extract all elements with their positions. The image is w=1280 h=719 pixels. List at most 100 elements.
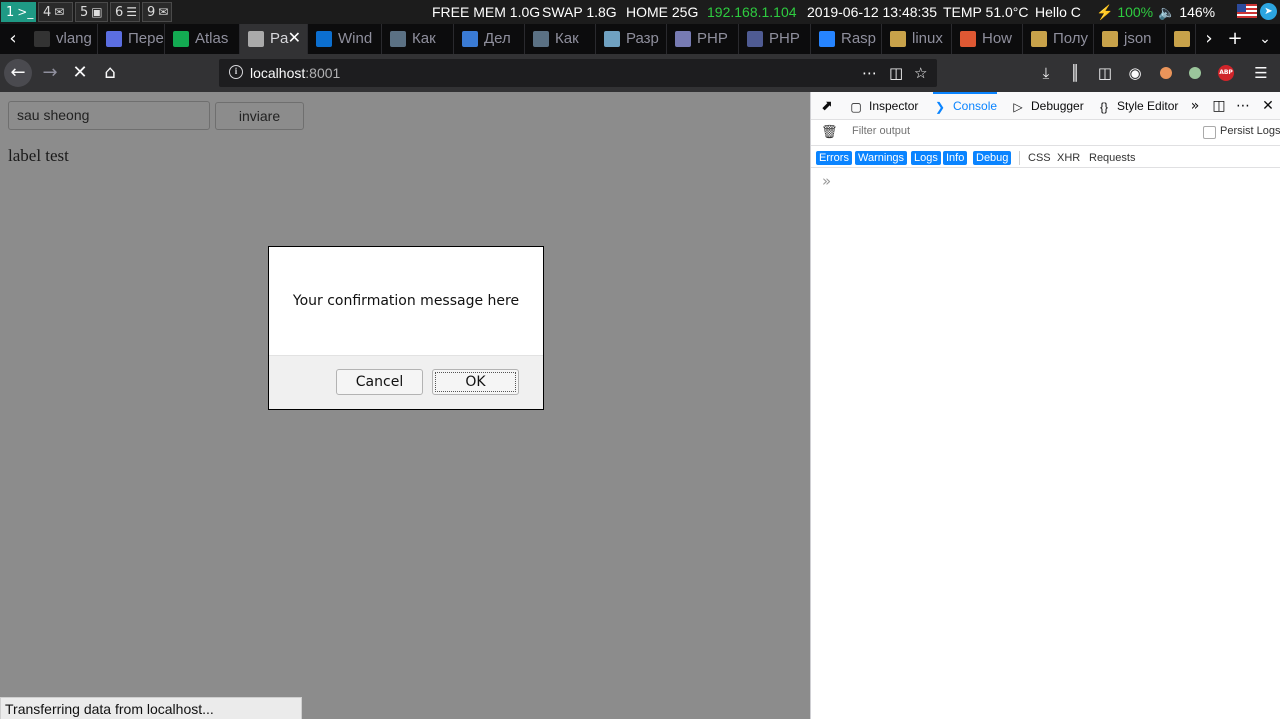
browser-tab[interactable]: Wind (308, 24, 382, 54)
workspace-4[interactable]: 4 ✉ (38, 2, 73, 22)
text-input[interactable]: sau sheong (8, 101, 210, 130)
browser-tab[interactable]: PHP (667, 24, 739, 54)
glasses-icon (1102, 31, 1118, 48)
account-icon[interactable]: ◉ (1124, 62, 1146, 84)
ok-button[interactable]: OK (432, 369, 519, 395)
tab-list-chevron-icon[interactable]: ⌄ (1252, 24, 1278, 54)
filter-logs[interactable]: Logs (911, 151, 941, 165)
tproger-icon (533, 31, 549, 48)
dock-side-icon[interactable]: ◫ (1209, 92, 1229, 120)
filter-debug[interactable]: Debug (973, 151, 1012, 165)
glasses-icon (890, 31, 906, 48)
filter-xhr[interactable]: XHR (1054, 151, 1083, 165)
page-actions-icon[interactable]: ⋯ (862, 59, 877, 87)
library-icon[interactable]: ║ (1064, 62, 1086, 84)
tab-label: Inspector (869, 99, 919, 113)
terminal-icon: >_ (17, 5, 34, 19)
devtools-toolbar: ⬈ ▢ Inspector ❯ Console ▷ Debugger {} Style … (811, 92, 1280, 120)
us-flag-icon[interactable] (1237, 4, 1257, 18)
workspace-number: 5 (80, 5, 89, 20)
extension-icon[interactable] (1189, 67, 1201, 79)
greeting: Hello C (1035, 4, 1081, 20)
more-tools-chevron-icon[interactable]: » (1185, 92, 1205, 120)
habr-icon (604, 31, 620, 48)
filter-requests[interactable]: Requests (1086, 151, 1138, 165)
filter-info[interactable]: Info (943, 151, 968, 165)
browser-tab[interactable]: Как (382, 24, 454, 54)
new-tab-icon[interactable]: + (1222, 24, 1248, 54)
site-info-icon[interactable]: i (229, 65, 243, 79)
browser-tab[interactable]: PHP (739, 24, 811, 54)
send-button[interactable]: inviare (215, 102, 304, 130)
devtools-menu-icon[interactable]: ⋯ (1233, 92, 1253, 120)
free-memory: FREE MEM 1.0G (432, 4, 541, 20)
browser-tab[interactable]: vlang (26, 24, 98, 54)
browser-tab[interactable]: Разр (596, 24, 667, 54)
filter-errors[interactable]: Errors (816, 151, 852, 165)
tab-label: PHP (697, 30, 728, 47)
browser-tab[interactable]: linux (882, 24, 952, 54)
style-editor-icon: {} (1099, 99, 1108, 114)
clear-console-trash-icon[interactable]: 🗑 (821, 125, 838, 140)
home-icon[interactable]: ⌂ (96, 59, 124, 87)
filter-divider (1019, 151, 1020, 165)
browser-tab[interactable]: Пере (98, 24, 165, 54)
menu-hamburger-icon[interactable]: ☰ (1250, 62, 1272, 84)
telegram-icon[interactable]: ➤ (1260, 3, 1277, 20)
tab-label: How (982, 30, 1013, 47)
scroll-tabs-right-icon[interactable]: › (1196, 24, 1222, 54)
filter-output-input[interactable]: Filter output (852, 125, 910, 137)
sidebar-icon[interactable]: ◫ (1094, 62, 1116, 84)
workspace-5[interactable]: 5 ▣ (75, 2, 108, 22)
workspace-9[interactable]: 9 ✉ (142, 2, 172, 22)
back-arrow-icon[interactable]: ← (4, 59, 32, 87)
filter-css[interactable]: CSS (1025, 151, 1054, 165)
browser-tab[interactable]: How (952, 24, 1023, 54)
tab-label: Разр (626, 30, 659, 47)
tab-console[interactable]: ❯ Console (933, 92, 998, 120)
tab-style-editor[interactable]: {} Style Editor (1097, 92, 1178, 120)
volume-status: 🔈 146% (1158, 4, 1216, 20)
workspace-1[interactable]: 1 >_ (1, 2, 36, 22)
tab-label: Console (953, 99, 998, 113)
browser-tab[interactable]: Pa ✕ (240, 24, 308, 54)
glasses-icon (1031, 31, 1047, 48)
pocket-icon[interactable]: ◫ (889, 59, 903, 87)
inspector-icon: ▢ (850, 99, 862, 114)
browser-tab[interactable]: json (1094, 24, 1166, 54)
extension-icon[interactable] (1160, 67, 1172, 79)
scroll-tabs-left-icon[interactable]: ‹ (0, 24, 26, 54)
stop-loading-icon[interactable]: ✕ (66, 59, 94, 87)
browser-tab-strip: ‹ vlang Пере Atlas Pa ✕ Wind Как Дел Как Разр PHP P… (0, 24, 1280, 54)
persist-logs-checkbox[interactable] (1203, 126, 1216, 139)
browser-tab[interactable] (1166, 24, 1196, 54)
close-tab-icon[interactable]: ✕ (288, 24, 301, 54)
bookmark-star-icon[interactable]: ☆ (914, 59, 927, 87)
console-input-prompt[interactable]: » (822, 172, 831, 190)
browser-tab[interactable]: Полу (1023, 24, 1094, 54)
downloads-icon[interactable]: ⤓ (1035, 62, 1057, 84)
tab-debugger[interactable]: ▷ Debugger (1011, 92, 1083, 120)
adblock-plus-icon[interactable]: ABP (1218, 65, 1234, 81)
page-icon (316, 31, 332, 48)
document-icon: ☰ (126, 5, 138, 19)
url-bar[interactable]: i localhost:8001 ⋯ ◫ ☆ (219, 59, 937, 87)
browser-tab[interactable]: Atlas (165, 24, 240, 54)
workspace-6[interactable]: 6 ☰ (110, 2, 140, 22)
filter-warnings[interactable]: Warnings (855, 151, 908, 165)
status-panel: Transferring data from localhost... (0, 697, 302, 719)
element-picker-icon[interactable]: ⬈ (817, 92, 837, 120)
tab-label: vlang (56, 30, 92, 47)
url-text[interactable]: localhost:8001 (250, 59, 340, 87)
browser-tab[interactable]: Дел (454, 24, 525, 54)
cancel-button[interactable]: Cancel (336, 369, 423, 395)
dialog-message: Your confirmation message here (292, 293, 520, 309)
browser-tab[interactable]: Rasp (811, 24, 882, 54)
tab-inspector[interactable]: ▢ Inspector (849, 92, 918, 120)
close-devtools-icon[interactable]: ✕ (1258, 92, 1278, 120)
console-icon: ❯ (934, 99, 946, 114)
tab-label: Wind (338, 30, 373, 47)
workspace-number: 1 (6, 5, 15, 20)
forward-arrow-icon[interactable]: → (36, 59, 64, 87)
browser-tab[interactable]: Как (525, 24, 596, 54)
